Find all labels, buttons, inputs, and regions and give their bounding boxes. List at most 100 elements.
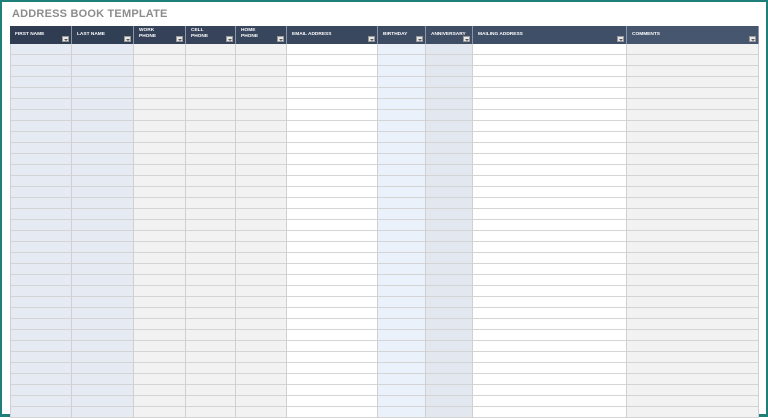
table-cell[interactable]: [473, 99, 626, 110]
table-cell[interactable]: [236, 143, 286, 154]
table-cell[interactable]: [627, 330, 758, 341]
table-cell[interactable]: [426, 66, 472, 77]
table-cell[interactable]: [72, 286, 133, 297]
table-cell[interactable]: [627, 385, 758, 396]
table-cell[interactable]: [11, 165, 71, 176]
table-cell[interactable]: [378, 66, 425, 77]
table-cell[interactable]: [426, 396, 472, 407]
table-cell[interactable]: [627, 198, 758, 209]
table-cell[interactable]: [426, 330, 472, 341]
table-cell[interactable]: [473, 253, 626, 264]
table-cell[interactable]: [134, 407, 185, 418]
table-cell[interactable]: [186, 253, 235, 264]
table-cell[interactable]: [134, 77, 185, 88]
table-cell[interactable]: [378, 77, 425, 88]
table-cell[interactable]: [378, 110, 425, 121]
table-cell[interactable]: [287, 99, 377, 110]
table-cell[interactable]: [627, 66, 758, 77]
table-cell[interactable]: [473, 330, 626, 341]
table-cell[interactable]: [72, 308, 133, 319]
table-cell[interactable]: [287, 242, 377, 253]
table-cell[interactable]: [287, 165, 377, 176]
table-cell[interactable]: [134, 319, 185, 330]
table-cell[interactable]: [72, 275, 133, 286]
table-cell[interactable]: [378, 341, 425, 352]
table-cell[interactable]: [378, 396, 425, 407]
table-cell[interactable]: [186, 176, 235, 187]
table-cell[interactable]: [627, 88, 758, 99]
table-cell[interactable]: [378, 176, 425, 187]
table-cell[interactable]: [11, 110, 71, 121]
table-cell[interactable]: [287, 198, 377, 209]
table-cell[interactable]: [186, 154, 235, 165]
table-cell[interactable]: [627, 99, 758, 110]
table-cell[interactable]: [236, 286, 286, 297]
table-cell[interactable]: [426, 220, 472, 231]
table-cell[interactable]: [378, 132, 425, 143]
table-cell[interactable]: [426, 253, 472, 264]
table-cell[interactable]: [426, 99, 472, 110]
table-cell[interactable]: [236, 88, 286, 99]
table-cell[interactable]: [72, 121, 133, 132]
table-cell[interactable]: [186, 77, 235, 88]
table-cell[interactable]: [72, 88, 133, 99]
table-cell[interactable]: [11, 154, 71, 165]
table-cell[interactable]: [134, 66, 185, 77]
table-cell[interactable]: [473, 297, 626, 308]
table-cell[interactable]: [11, 363, 71, 374]
table-cell[interactable]: [236, 77, 286, 88]
table-cell[interactable]: [378, 374, 425, 385]
table-cell[interactable]: [11, 187, 71, 198]
table-cell[interactable]: [473, 77, 626, 88]
table-cell[interactable]: [11, 297, 71, 308]
table-cell[interactable]: [134, 385, 185, 396]
table-cell[interactable]: [287, 385, 377, 396]
table-cell[interactable]: [72, 407, 133, 418]
filter-dropdown-icon[interactable]: [617, 36, 624, 42]
table-cell[interactable]: [236, 341, 286, 352]
table-cell[interactable]: [378, 264, 425, 275]
table-cell[interactable]: [378, 121, 425, 132]
table-cell[interactable]: [186, 319, 235, 330]
table-cell[interactable]: [236, 220, 286, 231]
table-cell[interactable]: [11, 352, 71, 363]
table-cell[interactable]: [11, 286, 71, 297]
table-cell[interactable]: [378, 297, 425, 308]
table-cell[interactable]: [236, 253, 286, 264]
table-cell[interactable]: [236, 121, 286, 132]
table-cell[interactable]: [72, 55, 133, 66]
table-cell[interactable]: [473, 374, 626, 385]
table-cell[interactable]: [426, 132, 472, 143]
header-home-phone[interactable]: HOME PHONE: [236, 26, 287, 44]
table-cell[interactable]: [426, 176, 472, 187]
table-cell[interactable]: [426, 44, 472, 55]
table-cell[interactable]: [378, 275, 425, 286]
filter-dropdown-icon[interactable]: [176, 36, 183, 42]
table-cell[interactable]: [236, 330, 286, 341]
table-cell[interactable]: [627, 44, 758, 55]
table-cell[interactable]: [287, 154, 377, 165]
header-last-name[interactable]: LAST NAME: [72, 26, 134, 44]
table-cell[interactable]: [426, 385, 472, 396]
table-cell[interactable]: [11, 264, 71, 275]
table-cell[interactable]: [72, 99, 133, 110]
table-cell[interactable]: [11, 176, 71, 187]
table-cell[interactable]: [378, 44, 425, 55]
table-cell[interactable]: [72, 165, 133, 176]
table-cell[interactable]: [11, 374, 71, 385]
table-cell[interactable]: [186, 374, 235, 385]
table-cell[interactable]: [627, 154, 758, 165]
table-cell[interactable]: [627, 352, 758, 363]
table-cell[interactable]: [627, 275, 758, 286]
table-cell[interactable]: [186, 407, 235, 418]
table-cell[interactable]: [378, 308, 425, 319]
table-cell[interactable]: [378, 99, 425, 110]
table-cell[interactable]: [11, 44, 71, 55]
table-cell[interactable]: [11, 308, 71, 319]
table-cell[interactable]: [473, 88, 626, 99]
table-cell[interactable]: [287, 121, 377, 132]
table-cell[interactable]: [473, 198, 626, 209]
table-cell[interactable]: [134, 99, 185, 110]
table-cell[interactable]: [627, 55, 758, 66]
table-cell[interactable]: [287, 341, 377, 352]
